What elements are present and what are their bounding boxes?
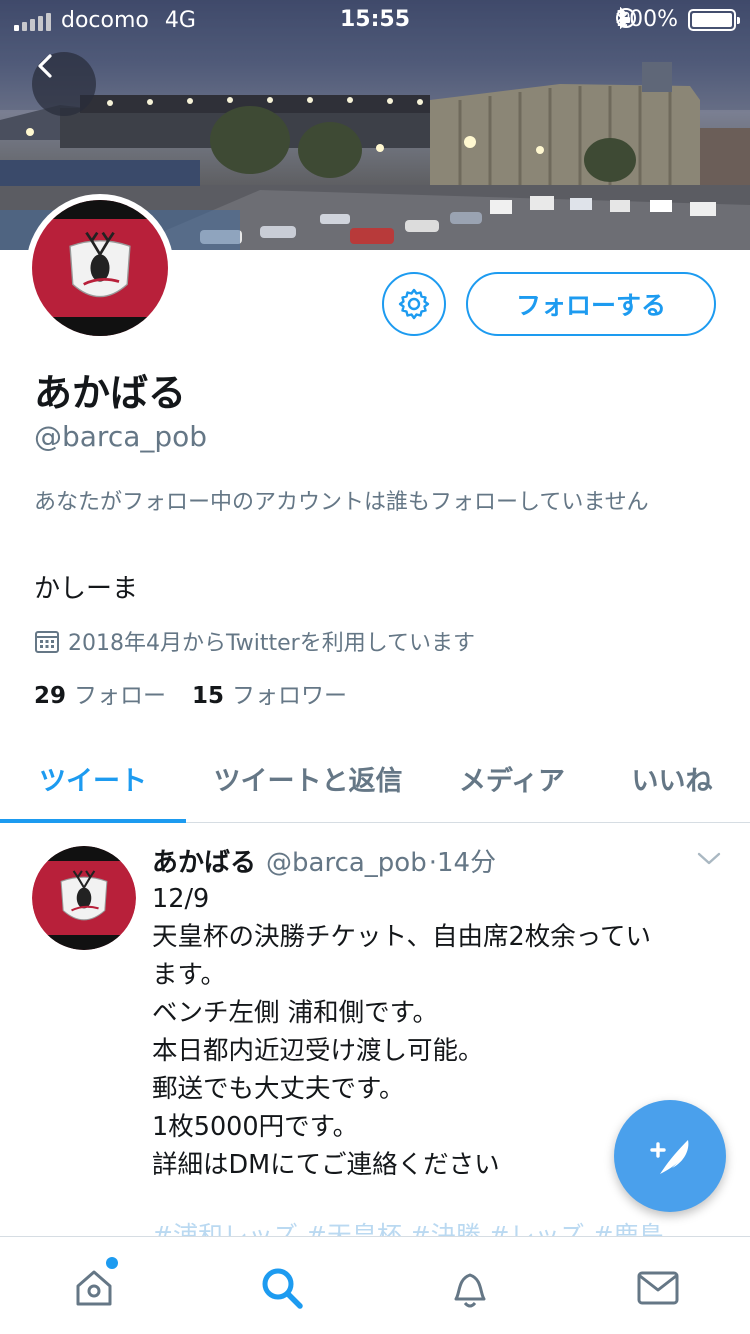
profile-avatar[interactable] (26, 194, 174, 342)
chevron-down-icon (697, 852, 721, 865)
join-date-text: 2018年4月からTwitterを利用しています (68, 631, 476, 656)
follow-button[interactable]: フォローする (466, 272, 716, 336)
profile-tabs: ツイート ツイートと返信 メディア いいね (0, 735, 750, 823)
tweet-separator: · (428, 848, 437, 878)
join-date: 2018年4月からTwitterを利用しています (34, 625, 475, 657)
tweet-line: 郵送でも大丈夫です。 (152, 1074, 405, 1104)
following-stat[interactable]: 29 フォロー (34, 676, 166, 710)
compose-tweet-button[interactable] (614, 1100, 726, 1212)
network-type: 4G (164, 8, 196, 33)
calendar-icon (35, 631, 59, 653)
profile-handle: @barca_pob (34, 420, 208, 453)
nav-home[interactable] (64, 1257, 124, 1313)
followers-label: フォロワー (232, 683, 348, 709)
follow-context-note: あなたがフォロー中のアカウントは誰もフォローしていません (34, 490, 649, 515)
tab-tweets[interactable]: ツイート (0, 735, 186, 823)
chevron-left-icon (38, 54, 52, 78)
tweet-menu-button[interactable] (696, 850, 722, 872)
nav-notifications[interactable] (440, 1263, 500, 1313)
nav-messages[interactable] (628, 1263, 688, 1313)
compose-feather-icon (650, 1140, 689, 1174)
tab-tweets-and-replies[interactable]: ツイートと返信 (186, 735, 430, 822)
tweet-timestamp: 14分 (436, 848, 497, 878)
followers-stat[interactable]: 15 フォロワー (192, 676, 347, 710)
tweet-hashtags[interactable]: #浦和レッズ #天皇杯 #決勝 #レッズ #鹿島 (152, 1216, 664, 1236)
following-count: 29 (34, 683, 67, 709)
bluetooth-icon (616, 7, 628, 29)
profile-bio: かしーま (34, 574, 139, 604)
follow-stats: 29 フォロー 15 フォロワー (34, 676, 347, 710)
club-crest-icon (69, 231, 131, 298)
battery-icon (688, 8, 740, 31)
unread-dot (106, 1257, 118, 1269)
followers-count: 15 (192, 683, 225, 709)
back-button[interactable] (32, 52, 96, 116)
nav-search[interactable] (252, 1263, 312, 1313)
tweet-line: 天皇杯の決勝チケット、自由席2枚余ってい (152, 922, 651, 952)
signal-strength-icon (14, 11, 51, 31)
tab-likes[interactable]: いいね (594, 735, 750, 822)
tweet-avatar[interactable] (32, 846, 136, 950)
tweet-line: ベンチ左側 浦和側です。 (152, 998, 439, 1028)
status-bar: docomo 4G 15:55 100% (0, 0, 750, 40)
tweet-author-name: あかばる (152, 848, 257, 878)
profile-display-name: あかばる (34, 371, 187, 415)
tweet-line: ます。 (152, 960, 226, 990)
notifications-icon (454, 1273, 486, 1308)
search-icon (262, 1268, 303, 1309)
club-crest-icon (60, 870, 108, 921)
profile-settings-button[interactable] (382, 272, 446, 336)
tweet-author-handle: @barca_pob (266, 848, 427, 878)
following-label: フォロー (74, 683, 167, 709)
tab-media[interactable]: メディア (430, 735, 594, 822)
home-icon (76, 1270, 112, 1306)
tweet-line: 本日都内近辺受け渡し可能。 (152, 1036, 484, 1066)
bottom-nav (0, 1236, 750, 1334)
gear-icon (398, 288, 430, 320)
carrier-label: docomo (61, 8, 149, 33)
tweet-header: あかばる @barca_pob · 14分 (152, 842, 496, 879)
tweet-line: 12/9 (152, 884, 210, 914)
messages-icon (637, 1271, 679, 1305)
